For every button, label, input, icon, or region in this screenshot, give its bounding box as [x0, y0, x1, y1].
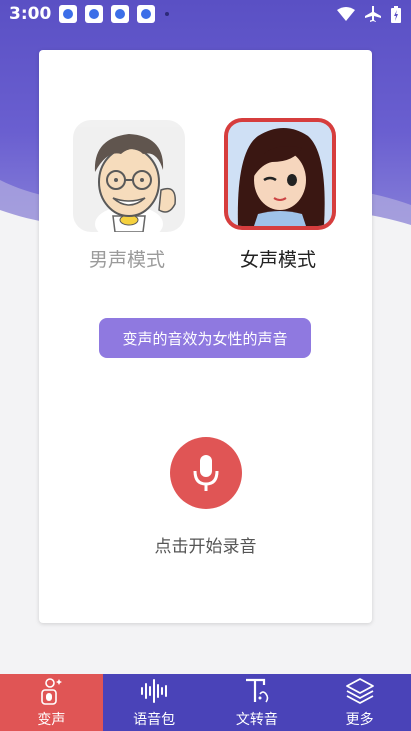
notification-dot-icon	[165, 12, 170, 16]
baidu-icon	[85, 5, 104, 23]
battery-icon	[391, 5, 401, 23]
nav-label: 变声	[37, 712, 66, 728]
male-mode-label[interactable]: 男声模式	[89, 245, 165, 272]
airplane-icon	[365, 6, 381, 22]
baidu-icon	[111, 5, 130, 23]
microphone-icon	[193, 455, 219, 491]
female-mode-avatar[interactable]	[224, 118, 336, 230]
nav-label: 文转音	[235, 712, 278, 728]
record-button[interactable]	[170, 437, 242, 509]
voice-mode-card: 男声模式 女声模式 变声的音效为女性的声音 点击开始录音	[39, 50, 372, 623]
nav-label: 更多	[345, 712, 374, 728]
record-hint-label: 点击开始录音	[154, 537, 257, 557]
baidu-icon	[137, 5, 156, 23]
female-cartoon-icon	[237, 128, 325, 226]
female-mode-label[interactable]: 女声模式	[240, 245, 316, 272]
text-to-speech-icon	[245, 678, 269, 703]
nav-item-more[interactable]: 更多	[308, 674, 411, 731]
baidu-icon	[59, 5, 78, 23]
male-mode-avatar[interactable]	[73, 120, 185, 232]
bottom-navigation: 变声 语音包 文转音 更多	[0, 674, 411, 731]
nav-item-text-to-speech[interactable]: 文转音	[206, 674, 309, 731]
mode-hint-badge: 变声的音效为女性的声音	[99, 318, 311, 358]
male-cartoon-icon	[94, 134, 176, 232]
nav-label: 语音包	[133, 712, 176, 728]
waveform-icon	[141, 679, 168, 703]
voice-change-icon	[41, 678, 63, 705]
wifi-icon	[337, 7, 355, 21]
nav-item-voice-pack[interactable]: 语音包	[103, 674, 206, 731]
layers-icon	[345, 678, 374, 704]
nav-item-voice-change[interactable]: 变声	[0, 674, 103, 731]
status-time: 3:00	[9, 4, 52, 24]
status-bar: 3:00	[0, 0, 411, 28]
